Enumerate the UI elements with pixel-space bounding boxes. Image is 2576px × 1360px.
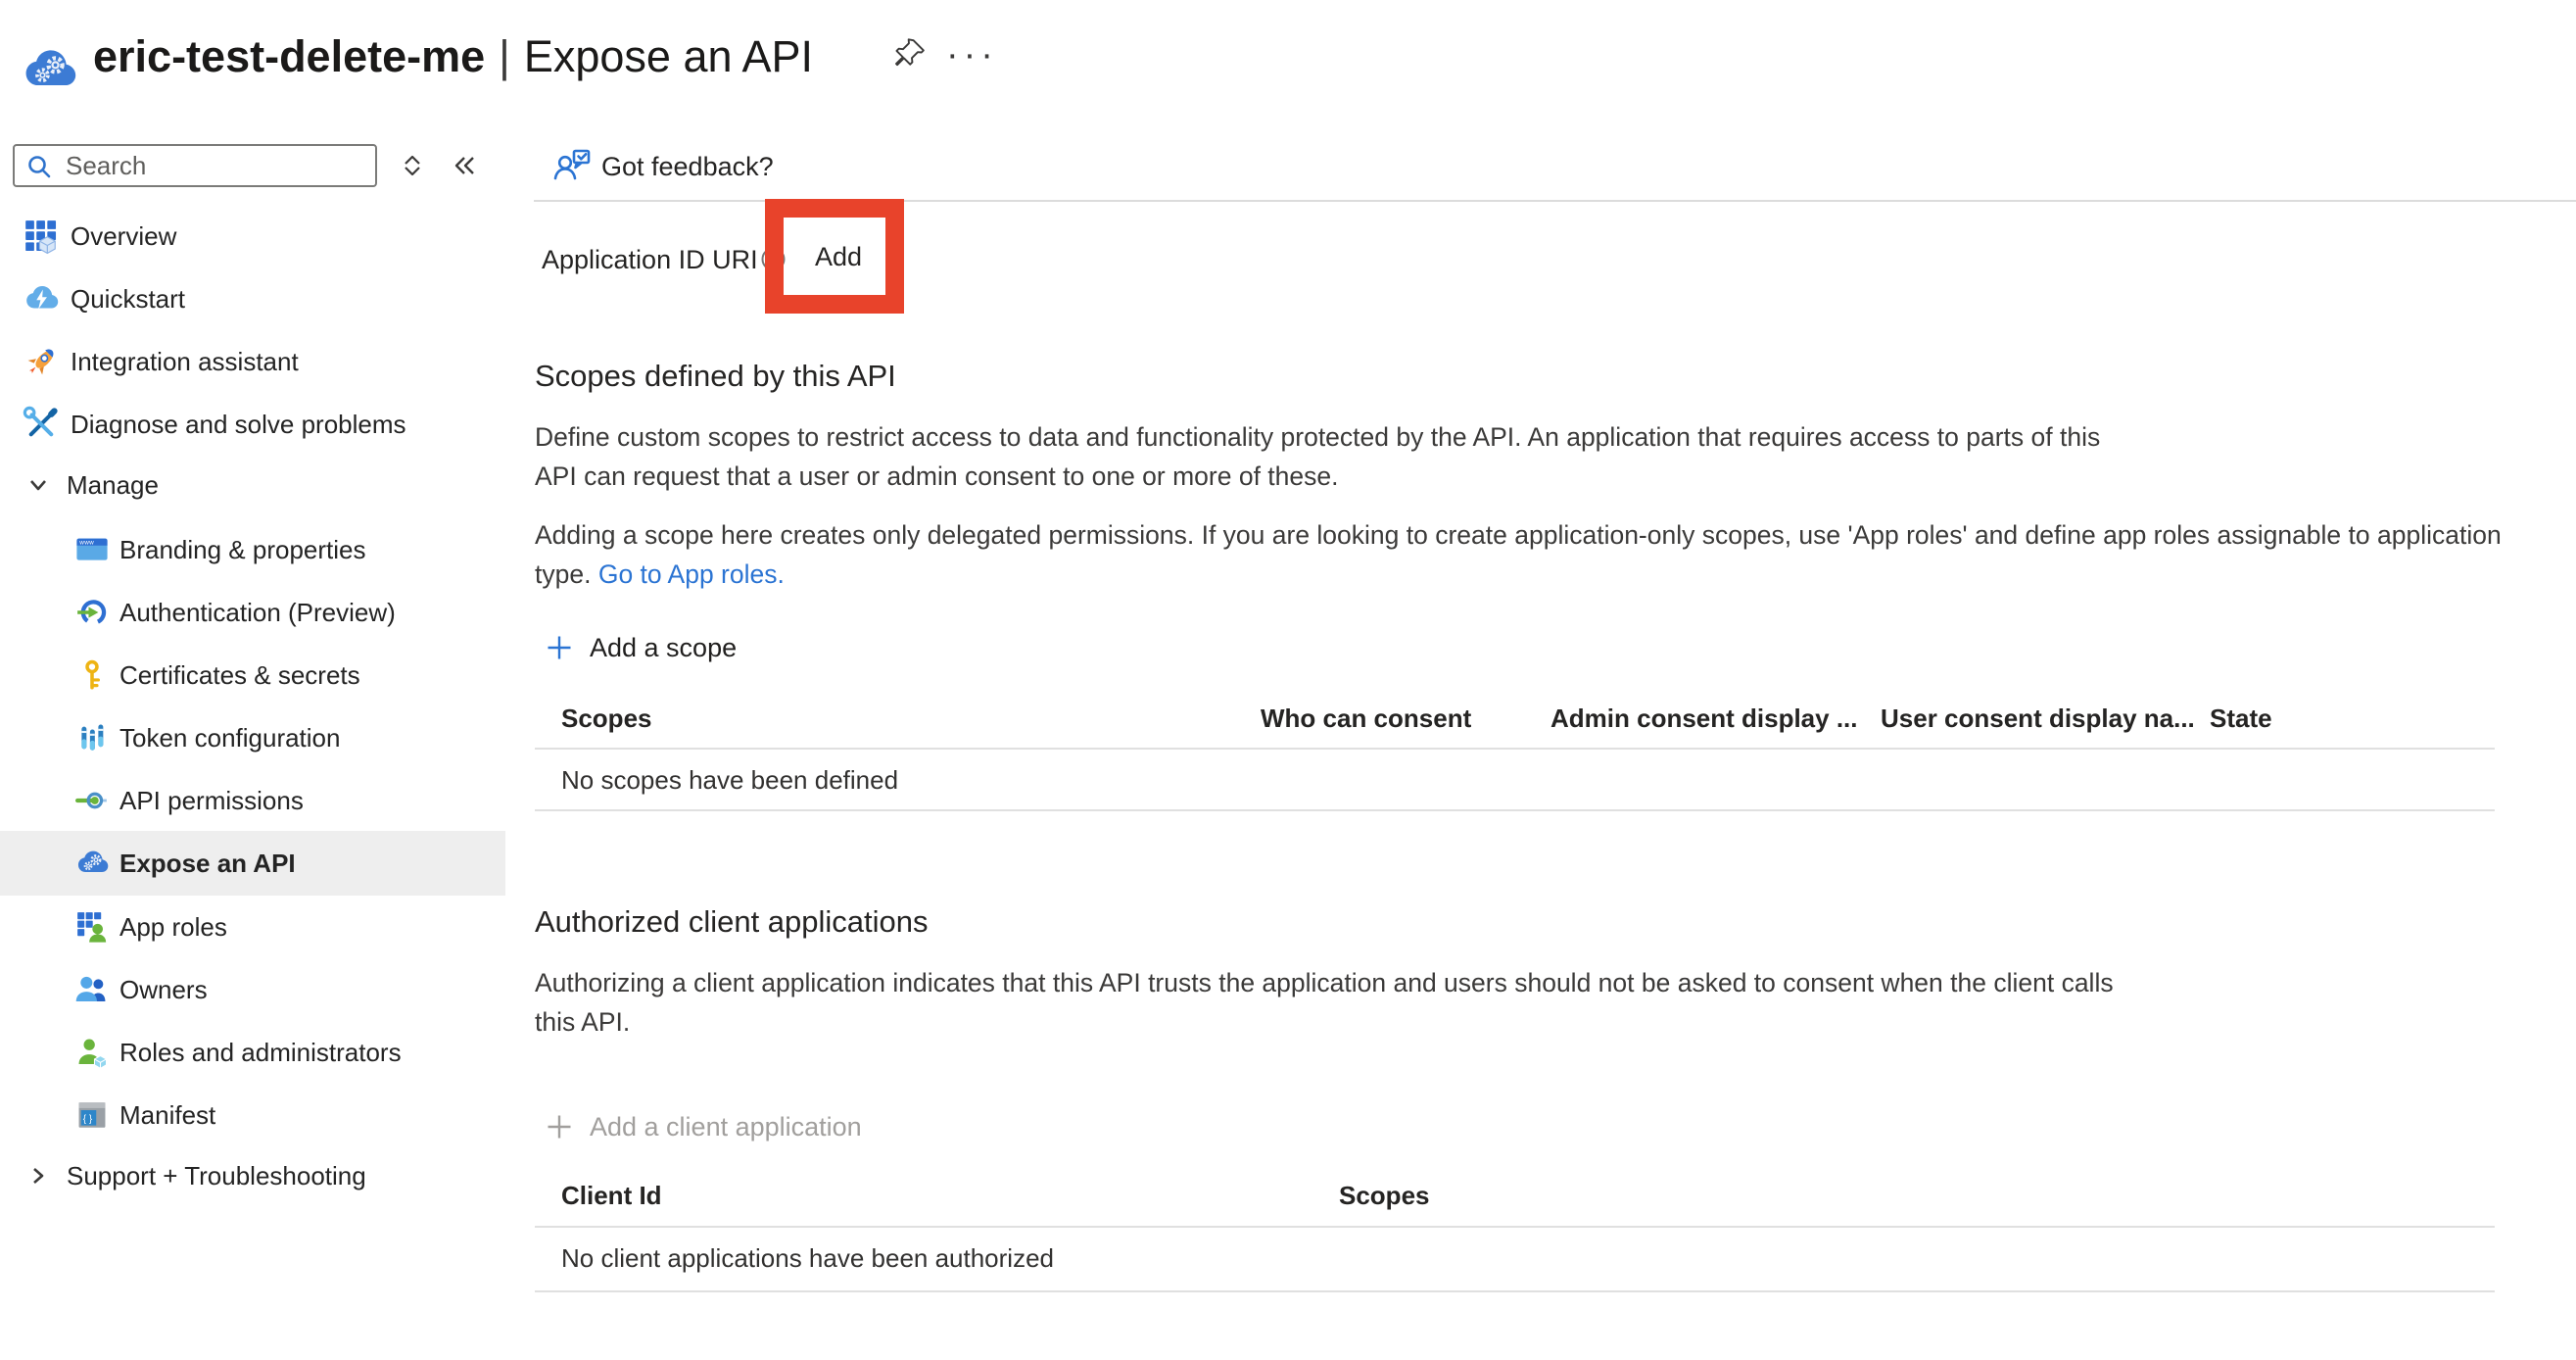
clients-section-heading: Authorized client applications xyxy=(535,904,929,940)
page-title: eric-test-delete-me | Expose an API xyxy=(93,25,813,88)
scopes-table-divider-top xyxy=(535,748,2495,750)
chevron-right-icon xyxy=(25,1163,51,1189)
cloud-gears-icon xyxy=(74,846,110,881)
scopes-note-line1: Adding a scope here creates only delegat… xyxy=(535,520,2502,550)
add-a-scope-button[interactable]: Add a scope xyxy=(545,628,737,667)
col-state: State xyxy=(2210,699,2272,738)
scopes-table-divider-bottom xyxy=(535,809,2495,811)
sidebar-item-label: Support + Troubleshooting xyxy=(67,1161,366,1191)
page-title-app-name: eric-test-delete-me xyxy=(93,31,485,81)
plus-icon xyxy=(545,1112,574,1141)
sidebar-item-expose-an-api[interactable]: Expose an API xyxy=(0,831,505,896)
tools-icon xyxy=(22,406,61,443)
sidebar-item-overview[interactable]: Overview xyxy=(0,205,505,267)
grid-person-icon xyxy=(74,910,110,944)
expand-collapse-diamond-icon[interactable] xyxy=(398,151,427,180)
col-client-scopes: Scopes xyxy=(1339,1176,1430,1215)
col-admin-consent-display: Admin consent display ... xyxy=(1550,699,1858,738)
rocket-icon xyxy=(22,343,61,380)
application-id-uri-label: Application ID URI xyxy=(542,240,758,279)
sidebar-item-api-permissions[interactable]: API permissions xyxy=(0,769,505,832)
sidebar-item-label: Diagnose and solve problems xyxy=(71,410,406,440)
sidebar-item-label: Branding & properties xyxy=(119,535,365,565)
key-icon xyxy=(74,658,110,692)
svg-text:www: www xyxy=(78,540,94,547)
scopes-note-line2-prefix: type. xyxy=(535,559,598,589)
sidebar-item-label: API permissions xyxy=(119,786,304,816)
clients-table-divider-top xyxy=(535,1226,2495,1228)
sidebar-item-label: Token configuration xyxy=(119,723,340,753)
page-title-separator: | xyxy=(499,31,510,81)
browser-www-icon: www xyxy=(74,533,110,566)
plus-icon xyxy=(545,633,574,662)
feedback-icon xyxy=(552,145,594,186)
sidebar-item-quickstart[interactable]: Quickstart xyxy=(0,267,505,330)
sidebar-item-label: Integration assistant xyxy=(71,347,299,377)
application-id-uri-add-button[interactable]: Add xyxy=(815,237,862,276)
clients-description: Authorizing a client application indicat… xyxy=(535,963,2114,1042)
quickstart-cloud-icon xyxy=(22,280,61,317)
pin-icon[interactable] xyxy=(891,35,929,73)
sidebar-item-label: Manage xyxy=(67,470,159,501)
sidebar-item-certificates[interactable]: Certificates & secrets xyxy=(0,644,505,706)
toolbar-divider xyxy=(534,200,2576,202)
sidebar-item-label: Owners xyxy=(119,975,208,1005)
search-input[interactable] xyxy=(13,144,377,187)
clients-empty-message: No client applications have been authori… xyxy=(561,1239,1054,1278)
sidebar-item-label: App roles xyxy=(119,912,227,943)
col-client-id: Client Id xyxy=(561,1176,662,1215)
sidebar-item-label: Certificates & secrets xyxy=(119,660,360,691)
collapse-sidebar-icon[interactable] xyxy=(451,151,480,180)
sidebar-group-support-troubleshooting[interactable]: Support + Troubleshooting xyxy=(0,1144,505,1207)
sidebar-item-label: Manifest xyxy=(119,1100,215,1131)
go-to-app-roles-link[interactable]: Go to App roles. xyxy=(598,559,785,589)
svg-text:{ }: { } xyxy=(83,1114,93,1125)
more-options-button[interactable]: ··· xyxy=(946,25,998,84)
sidebar-item-authentication[interactable]: Authentication (Preview) xyxy=(0,581,505,644)
add-a-client-application-label: Add a client application xyxy=(590,1112,862,1142)
add-a-scope-label: Add a scope xyxy=(590,633,737,663)
app-badge-cloud-gears-icon xyxy=(20,41,78,100)
person-cube-icon xyxy=(74,1036,110,1069)
sign-in-arrow-icon xyxy=(74,596,110,629)
two-people-icon xyxy=(74,973,110,1006)
sidebar-item-token-configuration[interactable]: Token configuration xyxy=(0,706,505,769)
sidebar-item-integration-assistant[interactable]: Integration assistant xyxy=(0,330,505,393)
sidebar-item-manifest[interactable]: { } Manifest xyxy=(0,1084,505,1146)
col-scopes: Scopes xyxy=(561,699,652,738)
code-braces-icon: { } xyxy=(74,1098,110,1132)
page-title-page-name: Expose an API xyxy=(524,31,813,81)
chevron-down-icon xyxy=(25,472,51,498)
sidebar-item-app-roles[interactable]: App roles xyxy=(0,896,505,958)
col-who-can-consent: Who can consent xyxy=(1261,699,1471,738)
overview-grid-icon xyxy=(22,218,61,255)
clients-table-divider-bottom xyxy=(535,1290,2495,1292)
scopes-section-heading: Scopes defined by this API xyxy=(535,359,896,394)
info-icon[interactable] xyxy=(760,246,787,272)
sidebar-item-label: Overview xyxy=(71,221,176,252)
sidebar-item-diagnose[interactable]: Diagnose and solve problems xyxy=(0,393,505,456)
sliders-icon xyxy=(74,721,110,754)
api-permissions-icon xyxy=(74,784,110,817)
sidebar-item-label: Expose an API xyxy=(119,849,296,879)
scopes-note: Adding a scope here creates only delegat… xyxy=(535,515,2502,594)
sidebar-item-roles-administrators[interactable]: Roles and administrators xyxy=(0,1021,505,1084)
col-user-consent-display: User consent display na... xyxy=(1881,699,2195,738)
sidebar-item-label: Roles and administrators xyxy=(119,1038,402,1068)
sidebar-item-label: Authentication (Preview) xyxy=(119,598,396,628)
sidebar-group-manage[interactable]: Manage xyxy=(0,454,505,516)
sidebar-item-owners[interactable]: Owners xyxy=(0,958,505,1021)
scopes-empty-message: No scopes have been defined xyxy=(561,760,898,800)
search-icon xyxy=(25,153,53,180)
sidebar-item-branding[interactable]: www Branding & properties xyxy=(0,518,505,581)
scopes-description: Define custom scopes to restrict access … xyxy=(535,417,2100,496)
add-a-client-application-button[interactable]: Add a client application xyxy=(545,1107,862,1146)
sidebar-item-label: Quickstart xyxy=(71,284,185,315)
got-feedback-link[interactable]: Got feedback? xyxy=(601,147,774,186)
